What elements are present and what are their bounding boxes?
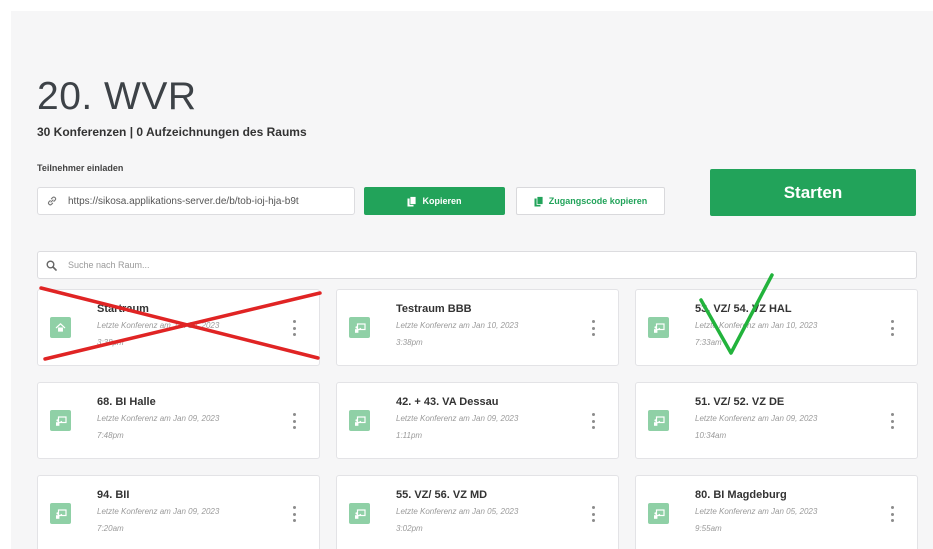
room-last-conference: Letzte Konferenz am Jan 09, 2023 xyxy=(695,414,818,423)
room-subtitle: 30 Konferenzen | 0 Aufzeichnungen des Ra… xyxy=(37,125,307,139)
room-name: Testraum BBB xyxy=(396,303,472,315)
room-name: 68. BI Halle xyxy=(97,396,156,408)
room-name: Startraum xyxy=(97,303,149,315)
room-card[interactable]: 42. + 43. VA Dessau Letzte Konferenz am J… xyxy=(336,382,619,459)
presentation-icon xyxy=(349,410,370,431)
room-name: 94. BII xyxy=(97,489,130,501)
room-card[interactable]: Testraum BBB Letzte Konferenz am Jan 10, … xyxy=(336,289,619,366)
link-icon xyxy=(46,195,58,207)
copy-access-code-button[interactable]: Zugangscode kopieren xyxy=(516,187,665,215)
room-last-conference: Letzte Konferenz am Jan 10, 2023 xyxy=(97,321,220,330)
room-name: 55. VZ/ 56. VZ MD xyxy=(396,489,488,501)
more-options-icon[interactable] xyxy=(889,413,895,429)
presentation-icon xyxy=(648,317,669,338)
invite-url-text: https://sikosa.applikations-server.de/b/… xyxy=(68,195,299,207)
more-options-icon[interactable] xyxy=(590,506,596,522)
room-last-conference: Letzte Konferenz am Jan 09, 2023 xyxy=(97,507,220,516)
room-card[interactable]: 68. BI Halle Letzte Konferenz am Jan 09, … xyxy=(37,382,320,459)
room-last-time: 3:02pm xyxy=(396,524,423,533)
room-last-time: 7:48pm xyxy=(97,431,124,440)
room-name: 42. + 43. VA Dessau xyxy=(396,396,499,408)
more-options-icon[interactable] xyxy=(889,320,895,336)
room-card[interactable]: Startraum Letzte Konferenz am Jan 10, 202… xyxy=(37,289,320,366)
room-search[interactable] xyxy=(37,251,917,279)
presentation-icon xyxy=(50,503,71,524)
copy-button[interactable]: Kopieren xyxy=(364,187,505,215)
room-card[interactable]: 94. BII Letzte Konferenz am Jan 09, 2023 7… xyxy=(37,475,320,549)
room-title: 20. WVR xyxy=(37,75,197,118)
copy-icon xyxy=(534,195,544,207)
room-name: 80. BI Magdeburg xyxy=(695,489,787,501)
search-icon xyxy=(46,260,57,271)
room-last-time: 1:11pm xyxy=(396,431,423,440)
room-last-time: 9:55am xyxy=(695,524,722,533)
more-options-icon[interactable] xyxy=(590,413,596,429)
start-button[interactable]: Starten xyxy=(710,169,916,216)
room-last-conference: Letzte Konferenz am Jan 05, 2023 xyxy=(695,507,818,516)
more-options-icon[interactable] xyxy=(889,506,895,522)
room-last-time: 10:34am xyxy=(695,431,727,440)
copy-button-label: Kopieren xyxy=(422,196,462,206)
more-options-icon[interactable] xyxy=(291,320,297,336)
room-card[interactable]: 53. VZ/ 54. VZ HAL Letzte Konferenz am Ja… xyxy=(635,289,918,366)
room-last-conference: Letzte Konferenz am Jan 09, 2023 xyxy=(97,414,220,423)
room-card[interactable]: 55. VZ/ 56. VZ MD Letzte Konferenz am Jan… xyxy=(336,475,619,549)
presentation-icon xyxy=(648,410,669,431)
room-page: 20. WVR 30 Konferenzen | 0 Aufzeichnunge… xyxy=(11,11,933,549)
room-last-time: 7:33am xyxy=(695,338,722,347)
room-last-time: 3:38pm xyxy=(97,338,124,347)
presentation-icon xyxy=(50,410,71,431)
room-name: 51. VZ/ 52. VZ DE xyxy=(695,396,785,408)
more-options-icon[interactable] xyxy=(291,506,297,522)
room-last-conference: Letzte Konferenz am Jan 10, 2023 xyxy=(695,321,818,330)
room-last-conference: Letzte Konferenz am Jan 05, 2023 xyxy=(396,507,519,516)
room-last-time: 3:38pm xyxy=(396,338,423,347)
room-last-time: 7:20am xyxy=(97,524,124,533)
invite-label: Teilnehmer einladen xyxy=(37,163,124,173)
room-card[interactable]: 80. BI Magdeburg Letzte Konferenz am Jan … xyxy=(635,475,918,549)
invite-url-field[interactable]: https://sikosa.applikations-server.de/b/… xyxy=(37,187,355,215)
copy-access-code-label: Zugangscode kopieren xyxy=(548,196,648,206)
presentation-icon xyxy=(349,317,370,338)
presentation-icon xyxy=(349,503,370,524)
more-options-icon[interactable] xyxy=(590,320,596,336)
room-name: 53. VZ/ 54. VZ HAL xyxy=(695,303,792,315)
copy-icon xyxy=(407,195,417,207)
room-last-conference: Letzte Konferenz am Jan 10, 2023 xyxy=(396,321,519,330)
search-input[interactable] xyxy=(68,260,868,270)
more-options-icon[interactable] xyxy=(291,413,297,429)
presentation-icon xyxy=(648,503,669,524)
room-card[interactable]: 51. VZ/ 52. VZ DE Letzte Konferenz am Jan… xyxy=(635,382,918,459)
room-last-conference: Letzte Konferenz am Jan 09, 2023 xyxy=(396,414,519,423)
home-icon xyxy=(50,317,71,338)
